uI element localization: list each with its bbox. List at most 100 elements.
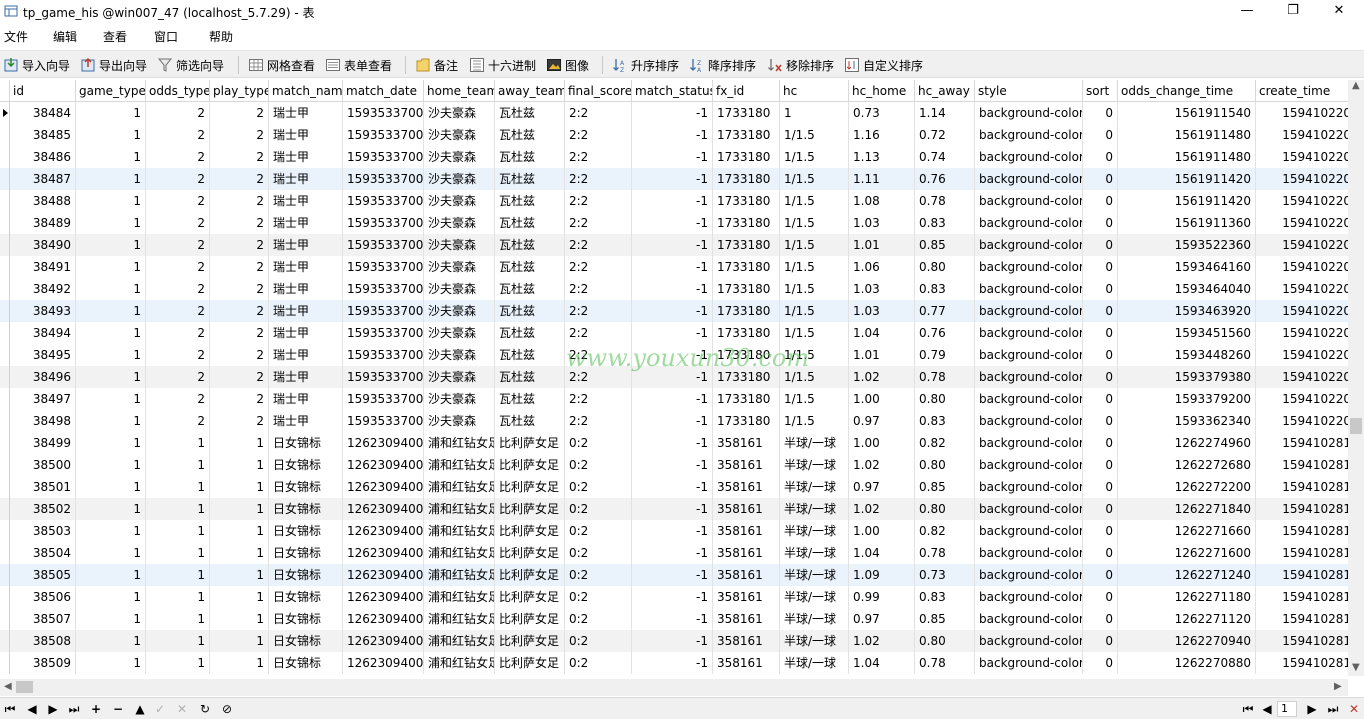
cell-fx-id[interactable]: 1733180 <box>713 278 780 300</box>
cell-create-time[interactable]: 159410220 <box>1256 344 1348 366</box>
cell-odds-type[interactable]: 1 <box>146 476 210 498</box>
cell-away-team[interactable]: 比利萨女足 <box>495 586 565 608</box>
cell-home-team[interactable]: 沙夫豪森 <box>424 366 495 388</box>
cell-sort[interactable]: 0 <box>1083 498 1118 520</box>
cell-match-date[interactable]: 1593533700 <box>343 388 424 410</box>
cell-final-score[interactable]: 0:2 <box>565 652 632 674</box>
cell-hc-home[interactable]: 1.13 <box>849 146 915 168</box>
cell-style[interactable]: background-color <box>975 168 1083 190</box>
cell-id[interactable]: 38494 <box>10 322 76 344</box>
cell-sort[interactable]: 0 <box>1083 168 1118 190</box>
row-selector[interactable] <box>0 366 10 388</box>
cell-away-team[interactable]: 比利萨女足 <box>495 476 565 498</box>
cell-play-type[interactable]: 2 <box>210 102 269 124</box>
cell-sort[interactable]: 0 <box>1083 256 1118 278</box>
cell-match-date[interactable]: 1262309400 <box>343 564 424 586</box>
cell-hc-away[interactable]: 0.83 <box>915 212 975 234</box>
cell-hc-away[interactable]: 0.80 <box>915 388 975 410</box>
cell-play-type[interactable]: 2 <box>210 168 269 190</box>
cell-home-team[interactable]: 沙夫豪森 <box>424 212 495 234</box>
scroll-down-icon[interactable]: ▼ <box>1352 662 1360 673</box>
filter-wizard-button[interactable]: 筛选向导 <box>157 55 224 75</box>
cell-away-team[interactable]: 瓦杜兹 <box>495 168 565 190</box>
cell-odds-type[interactable]: 2 <box>146 168 210 190</box>
cell-home-team[interactable]: 沙夫豪森 <box>424 300 495 322</box>
cell-create-time[interactable]: 159410281 <box>1256 630 1348 652</box>
row-selector[interactable] <box>0 300 10 322</box>
cell-fx-id[interactable]: 358161 <box>713 630 780 652</box>
cell-hc-away[interactable]: 0.72 <box>915 124 975 146</box>
table-row[interactable]: 38500 1 1 1 日女锦标 1262309400 浦和红钻女足 比利萨女足 0:2 -1 35… <box>0 454 1348 476</box>
cell-style[interactable]: background-color <box>975 564 1083 586</box>
cell-final-score[interactable]: 0:2 <box>565 454 632 476</box>
cell-hc[interactable]: 半球/一球 <box>780 542 849 564</box>
row-selector[interactable] <box>0 542 10 564</box>
cell-style[interactable]: background-color <box>975 256 1083 278</box>
cell-play-type[interactable]: 2 <box>210 344 269 366</box>
cell-play-type[interactable]: 1 <box>210 652 269 674</box>
cell-id[interactable]: 38496 <box>10 366 76 388</box>
cell-away-team[interactable]: 瓦杜兹 <box>495 102 565 124</box>
cell-play-type[interactable]: 1 <box>210 542 269 564</box>
cell-home-team[interactable]: 浦和红钻女足 <box>424 520 495 542</box>
menu-help[interactable]: 帮助 <box>209 28 233 45</box>
cell-game-type[interactable]: 1 <box>76 300 146 322</box>
cell-create-time[interactable]: 159410281 <box>1256 454 1348 476</box>
row-selector[interactable] <box>0 234 10 256</box>
table-row[interactable]: 38506 1 1 1 日女锦标 1262309400 浦和红钻女足 比利萨女足 0:2 -1 35… <box>0 586 1348 608</box>
cell-style[interactable]: background-color <box>975 586 1083 608</box>
cell-hc-home[interactable]: 1.02 <box>849 498 915 520</box>
cell-odds-type[interactable]: 2 <box>146 102 210 124</box>
cell-match-name[interactable]: 瑞士甲 <box>269 344 343 366</box>
cell-sort[interactable]: 0 <box>1083 564 1118 586</box>
cell-odds-change-time[interactable]: 1561911480 <box>1118 146 1256 168</box>
cell-odds-change-time[interactable]: 1262271240 <box>1118 564 1256 586</box>
table-row[interactable]: 38489 1 2 2 瑞士甲 1593533700 沙夫豪森 瓦杜兹 2:2 -1 1733180… <box>0 212 1348 234</box>
hex-button[interactable]: 十六进制 <box>469 55 536 75</box>
cell-match-status[interactable]: -1 <box>632 256 713 278</box>
cell-odds-change-time[interactable]: 1561911480 <box>1118 124 1256 146</box>
row-selector[interactable] <box>0 652 10 674</box>
cell-odds-type[interactable]: 1 <box>146 520 210 542</box>
cell-hc-away[interactable]: 0.80 <box>915 454 975 476</box>
cell-hc[interactable]: 半球/一球 <box>780 652 849 674</box>
cell-final-score[interactable]: 2:2 <box>565 212 632 234</box>
cell-match-date[interactable]: 1262309400 <box>343 586 424 608</box>
table-row[interactable]: 38491 1 2 2 瑞士甲 1593533700 沙夫豪森 瓦杜兹 2:2 -1 1733180… <box>0 256 1348 278</box>
cell-odds-change-time[interactable]: 1262274960 <box>1118 432 1256 454</box>
cell-play-type[interactable]: 2 <box>210 190 269 212</box>
cell-hc[interactable]: 1/1.5 <box>780 278 849 300</box>
cell-match-name[interactable]: 瑞士甲 <box>269 256 343 278</box>
cell-match-date[interactable]: 1593533700 <box>343 168 424 190</box>
cell-fx-id[interactable]: 358161 <box>713 608 780 630</box>
cell-create-time[interactable]: 159410220 <box>1256 410 1348 432</box>
cell-id[interactable]: 38508 <box>10 630 76 652</box>
cell-final-score[interactable]: 2:2 <box>565 102 632 124</box>
cell-hc-away[interactable]: 0.85 <box>915 234 975 256</box>
cell-match-status[interactable]: -1 <box>632 278 713 300</box>
cell-sort[interactable]: 0 <box>1083 212 1118 234</box>
form-view-button[interactable]: 表单查看 <box>325 55 392 75</box>
cell-odds-type[interactable]: 2 <box>146 410 210 432</box>
cell-hc-away[interactable]: 1.14 <box>915 102 975 124</box>
cell-game-type[interactable]: 1 <box>76 102 146 124</box>
cell-id[interactable]: 38509 <box>10 652 76 674</box>
vertical-scroll-thumb[interactable] <box>1350 418 1362 434</box>
cell-hc-away[interactable]: 0.83 <box>915 410 975 432</box>
cell-away-team[interactable]: 瓦杜兹 <box>495 366 565 388</box>
cell-odds-change-time[interactable]: 1593379200 <box>1118 388 1256 410</box>
cell-hc[interactable]: 1/1.5 <box>780 300 849 322</box>
cell-id[interactable]: 38500 <box>10 454 76 476</box>
cell-match-name[interactable]: 日女锦标 <box>269 454 343 476</box>
cell-hc-away[interactable]: 0.78 <box>915 190 975 212</box>
cell-fx-id[interactable]: 1733180 <box>713 124 780 146</box>
cell-play-type[interactable]: 2 <box>210 278 269 300</box>
cell-hc-away[interactable]: 0.74 <box>915 146 975 168</box>
cell-game-type[interactable]: 1 <box>76 652 146 674</box>
cell-odds-type[interactable]: 1 <box>146 542 210 564</box>
cell-create-time[interactable]: 159410281 <box>1256 498 1348 520</box>
cell-away-team[interactable]: 瓦杜兹 <box>495 234 565 256</box>
cell-game-type[interactable]: 1 <box>76 586 146 608</box>
cell-hc-home[interactable]: 1.06 <box>849 256 915 278</box>
row-selector[interactable] <box>0 520 10 542</box>
